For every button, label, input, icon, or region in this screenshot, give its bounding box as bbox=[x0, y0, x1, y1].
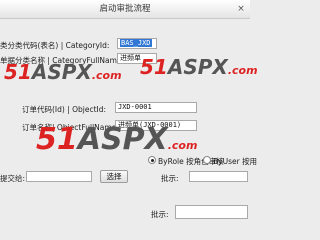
radio-byuser[interactable] bbox=[203, 156, 211, 164]
select-button[interactable]: 选择 bbox=[100, 170, 128, 183]
batch-note-field[interactable] bbox=[189, 171, 248, 182]
object-id-label: 订单代码(Id) | ObjectId: bbox=[22, 105, 107, 114]
category-id-field[interactable]: BAS_JXD bbox=[117, 38, 157, 49]
submit-to-label: 提交给: bbox=[0, 174, 26, 183]
category-name-label: 单据分类名称 | CategoryFullName: bbox=[0, 56, 125, 65]
submit-to-field[interactable] bbox=[26, 171, 92, 182]
batch-note2-field[interactable] bbox=[175, 205, 248, 219]
category-name-field[interactable]: 进频单 bbox=[117, 53, 157, 64]
object-name-label: 订单名称| ObjectFullName: bbox=[22, 123, 119, 132]
batch-note2-label: 批示: bbox=[151, 210, 169, 219]
category-id-value: BAS_JXD bbox=[120, 39, 152, 47]
radio-byuser-label: ByUser 按用 bbox=[213, 157, 258, 166]
watermark-logo-2: 51ASPX.com bbox=[140, 55, 258, 79]
title-bar: 启动审批流程 × bbox=[0, 0, 250, 19]
category-id-label: 类分类代码(表名) | CategoryId: bbox=[0, 41, 110, 50]
object-name-field[interactable]: 进频单(JXD-0001) bbox=[115, 120, 197, 131]
window-title: 启动审批流程 bbox=[99, 4, 151, 14]
object-id-field[interactable]: JXD-0001 bbox=[115, 102, 197, 113]
radio-byrole[interactable] bbox=[148, 156, 156, 164]
batch-note-label: 批示: bbox=[161, 174, 179, 183]
close-icon[interactable]: × bbox=[236, 4, 246, 14]
